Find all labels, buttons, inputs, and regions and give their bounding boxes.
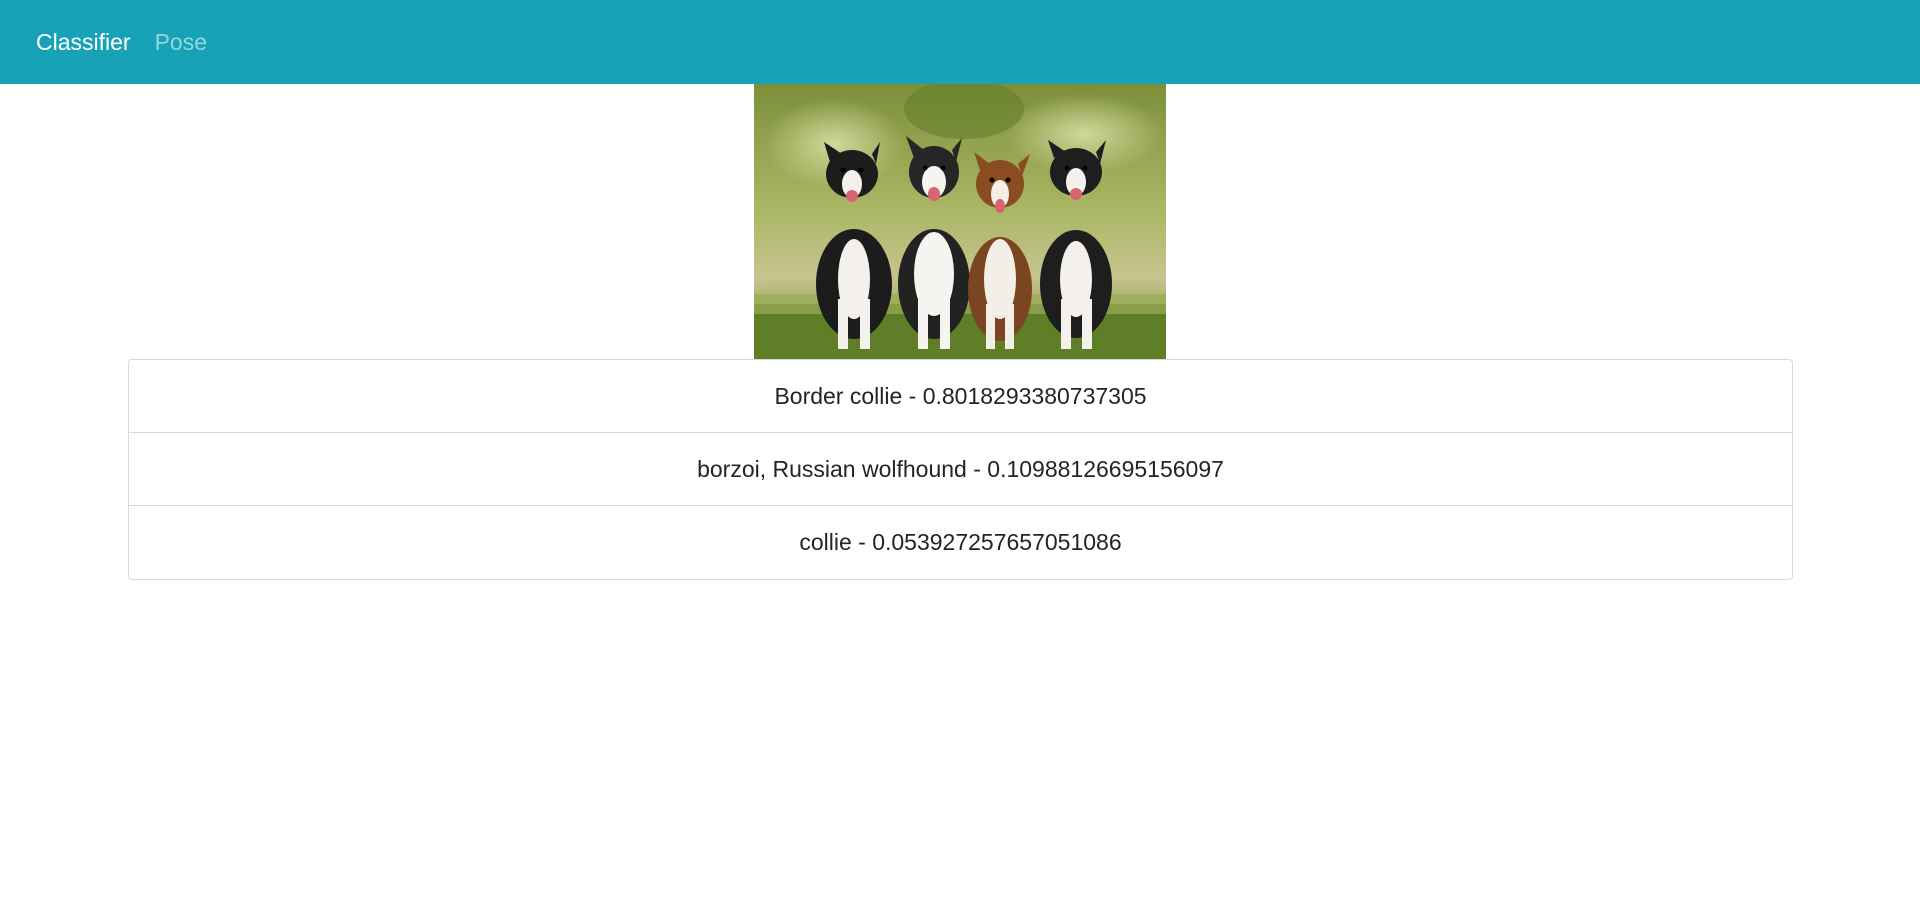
prediction-item: collie - 0.053927257657051086	[799, 529, 1122, 555]
prediction-item: borzoi, Russian wolfhound - 0.1098812669…	[129, 433, 1792, 506]
main-content: Border collie - 0.8018293380737305 borzo…	[0, 84, 1920, 580]
prediction-list: Border collie - 0.8018293380737305 borzo…	[128, 359, 1793, 580]
top-navbar: Classifier Pose	[0, 0, 1920, 84]
nav-pose-link[interactable]: Pose	[155, 30, 207, 54]
prediction-item: Border collie - 0.8018293380737305	[129, 360, 1792, 433]
nav-classifier-link[interactable]: Classifier	[36, 30, 131, 54]
classified-image	[754, 84, 1166, 359]
dogs-photo	[754, 84, 1166, 359]
